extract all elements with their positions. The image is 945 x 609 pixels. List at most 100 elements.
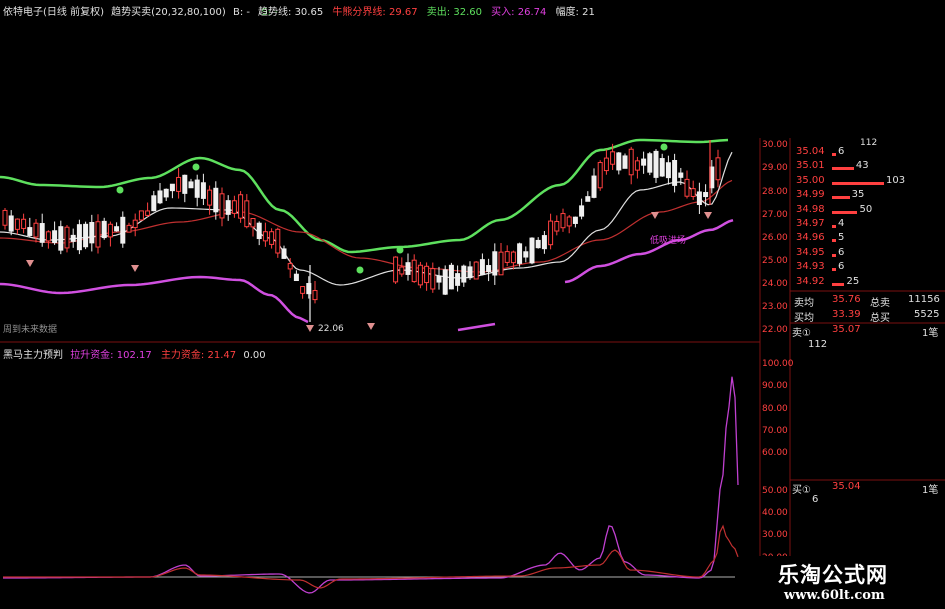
candle-body (628, 148, 634, 176)
candle-body (634, 160, 640, 171)
candle-body (45, 231, 51, 242)
ask-volume-bar (832, 239, 836, 243)
lift-fund-line (2, 376, 739, 594)
y-tick: 25.00 (762, 256, 788, 266)
candle-body (690, 188, 696, 197)
sell-value: 32.60 (453, 7, 482, 18)
candle-body (238, 194, 244, 219)
ask-volume-bar (832, 181, 884, 185)
ask-volume-bar (832, 225, 836, 228)
candle-body (703, 192, 709, 198)
candle-body (659, 158, 665, 177)
candle-body (591, 175, 597, 198)
candle-body (430, 268, 436, 290)
lower-band-line (457, 322, 496, 332)
candle-body (678, 172, 684, 178)
b-signal-label: B: - (232, 7, 250, 18)
candle-body (33, 222, 39, 238)
candle-body (107, 223, 113, 238)
main-fund-line (3, 524, 739, 589)
buy-avg-value: 33.39 (832, 309, 861, 320)
sell1-label: 卖① (792, 328, 811, 339)
y-tick: 30.00 (762, 140, 788, 150)
candle-body (126, 224, 132, 233)
buy-zone-label: 低吸进场 (650, 236, 687, 246)
candle-body (21, 218, 27, 229)
buy-signal-icon (704, 212, 712, 219)
candle-body (194, 179, 200, 198)
sell1-row[interactable]: 卖① 35.07 1笔 (792, 324, 945, 339)
ask-volume: 103 (886, 174, 906, 186)
sub-chart-title: 黑马主力预判 (3, 350, 63, 361)
candle-body (672, 159, 678, 186)
lift-fund-label: 拉升资金: (70, 350, 114, 361)
ask-price: 34.98 (796, 203, 825, 215)
y-tick: 22.00 (762, 325, 788, 335)
ask-level-row[interactable]: 34.92 25 (792, 276, 945, 292)
watermark-name: 乐淘公式网 (778, 563, 888, 587)
y-tick: 28.00 (762, 187, 788, 197)
candle-body (2, 209, 8, 226)
ask-price: 34.95 (796, 246, 825, 258)
sell-avg-row: 卖均 35.76 总卖 11156 (792, 294, 945, 309)
total-sell-label: 总卖 (870, 298, 890, 309)
candle-body (411, 259, 417, 283)
buy-signal-icon (26, 260, 34, 267)
candle-body (504, 251, 510, 263)
candle-body (64, 226, 70, 249)
candle-body (244, 200, 250, 228)
total-buy-value: 5525 (914, 309, 940, 320)
ask-price: 35.01 (796, 160, 825, 172)
candle-body (610, 151, 616, 165)
watermark-url: www.60lt.com (784, 588, 885, 603)
candle-body (114, 226, 120, 232)
sell-signal-icon (116, 186, 124, 194)
buy-signal-icon (367, 323, 375, 330)
y-tick: 23.00 (762, 302, 788, 312)
main-fund-value: 21.47 (207, 350, 237, 361)
buy-signal-icon (131, 265, 139, 272)
lift-fund-value: 102.17 (116, 350, 152, 361)
sell-signal-icon (192, 163, 200, 171)
ask-volume-bar (832, 196, 850, 200)
candle-body (572, 216, 578, 224)
ask-volume: 6 (838, 146, 845, 157)
ask-price: 34.97 (796, 218, 825, 229)
candle-body (417, 264, 423, 286)
candle-body (83, 223, 89, 248)
candle-body (70, 234, 76, 242)
candle-body (622, 155, 628, 169)
y-tick: 27.00 (762, 210, 788, 220)
y-tick: 90.00 (762, 381, 788, 391)
candle-body (269, 231, 275, 245)
ask-volume: 25 (846, 275, 860, 287)
candle-body (219, 193, 225, 219)
candle-body (101, 220, 107, 239)
candle-body (579, 205, 585, 217)
buy1-volume: 6 (812, 494, 819, 505)
candle-body (696, 191, 702, 206)
ask-volume-bar (832, 167, 854, 171)
candle-body (479, 259, 485, 275)
candle-body (393, 256, 399, 283)
candle-body (585, 196, 591, 202)
ask-volume-bar (832, 282, 845, 286)
ask-volume: 5 (838, 232, 845, 244)
candle-body (548, 220, 554, 246)
bull-bear-label: 牛熊分界线: (332, 7, 386, 18)
trend-line-value: 30.65 (294, 7, 324, 18)
sell-signal-icon (396, 246, 404, 254)
candle-body (213, 187, 219, 213)
candle-body (27, 227, 33, 236)
ask-volume: 6 (838, 261, 845, 273)
candle-body (225, 200, 231, 215)
candle-body (89, 222, 95, 244)
ask-volume-bar (832, 210, 858, 214)
future-data-label: 周到未来数据 (3, 325, 58, 335)
candle-body (603, 157, 609, 172)
lower-band-line (564, 218, 734, 284)
ask-volume-bar (832, 268, 836, 272)
ask-price: 34.93 (796, 261, 825, 273)
sell-signal-icon (660, 143, 668, 151)
sell-signal-icon (356, 266, 364, 274)
